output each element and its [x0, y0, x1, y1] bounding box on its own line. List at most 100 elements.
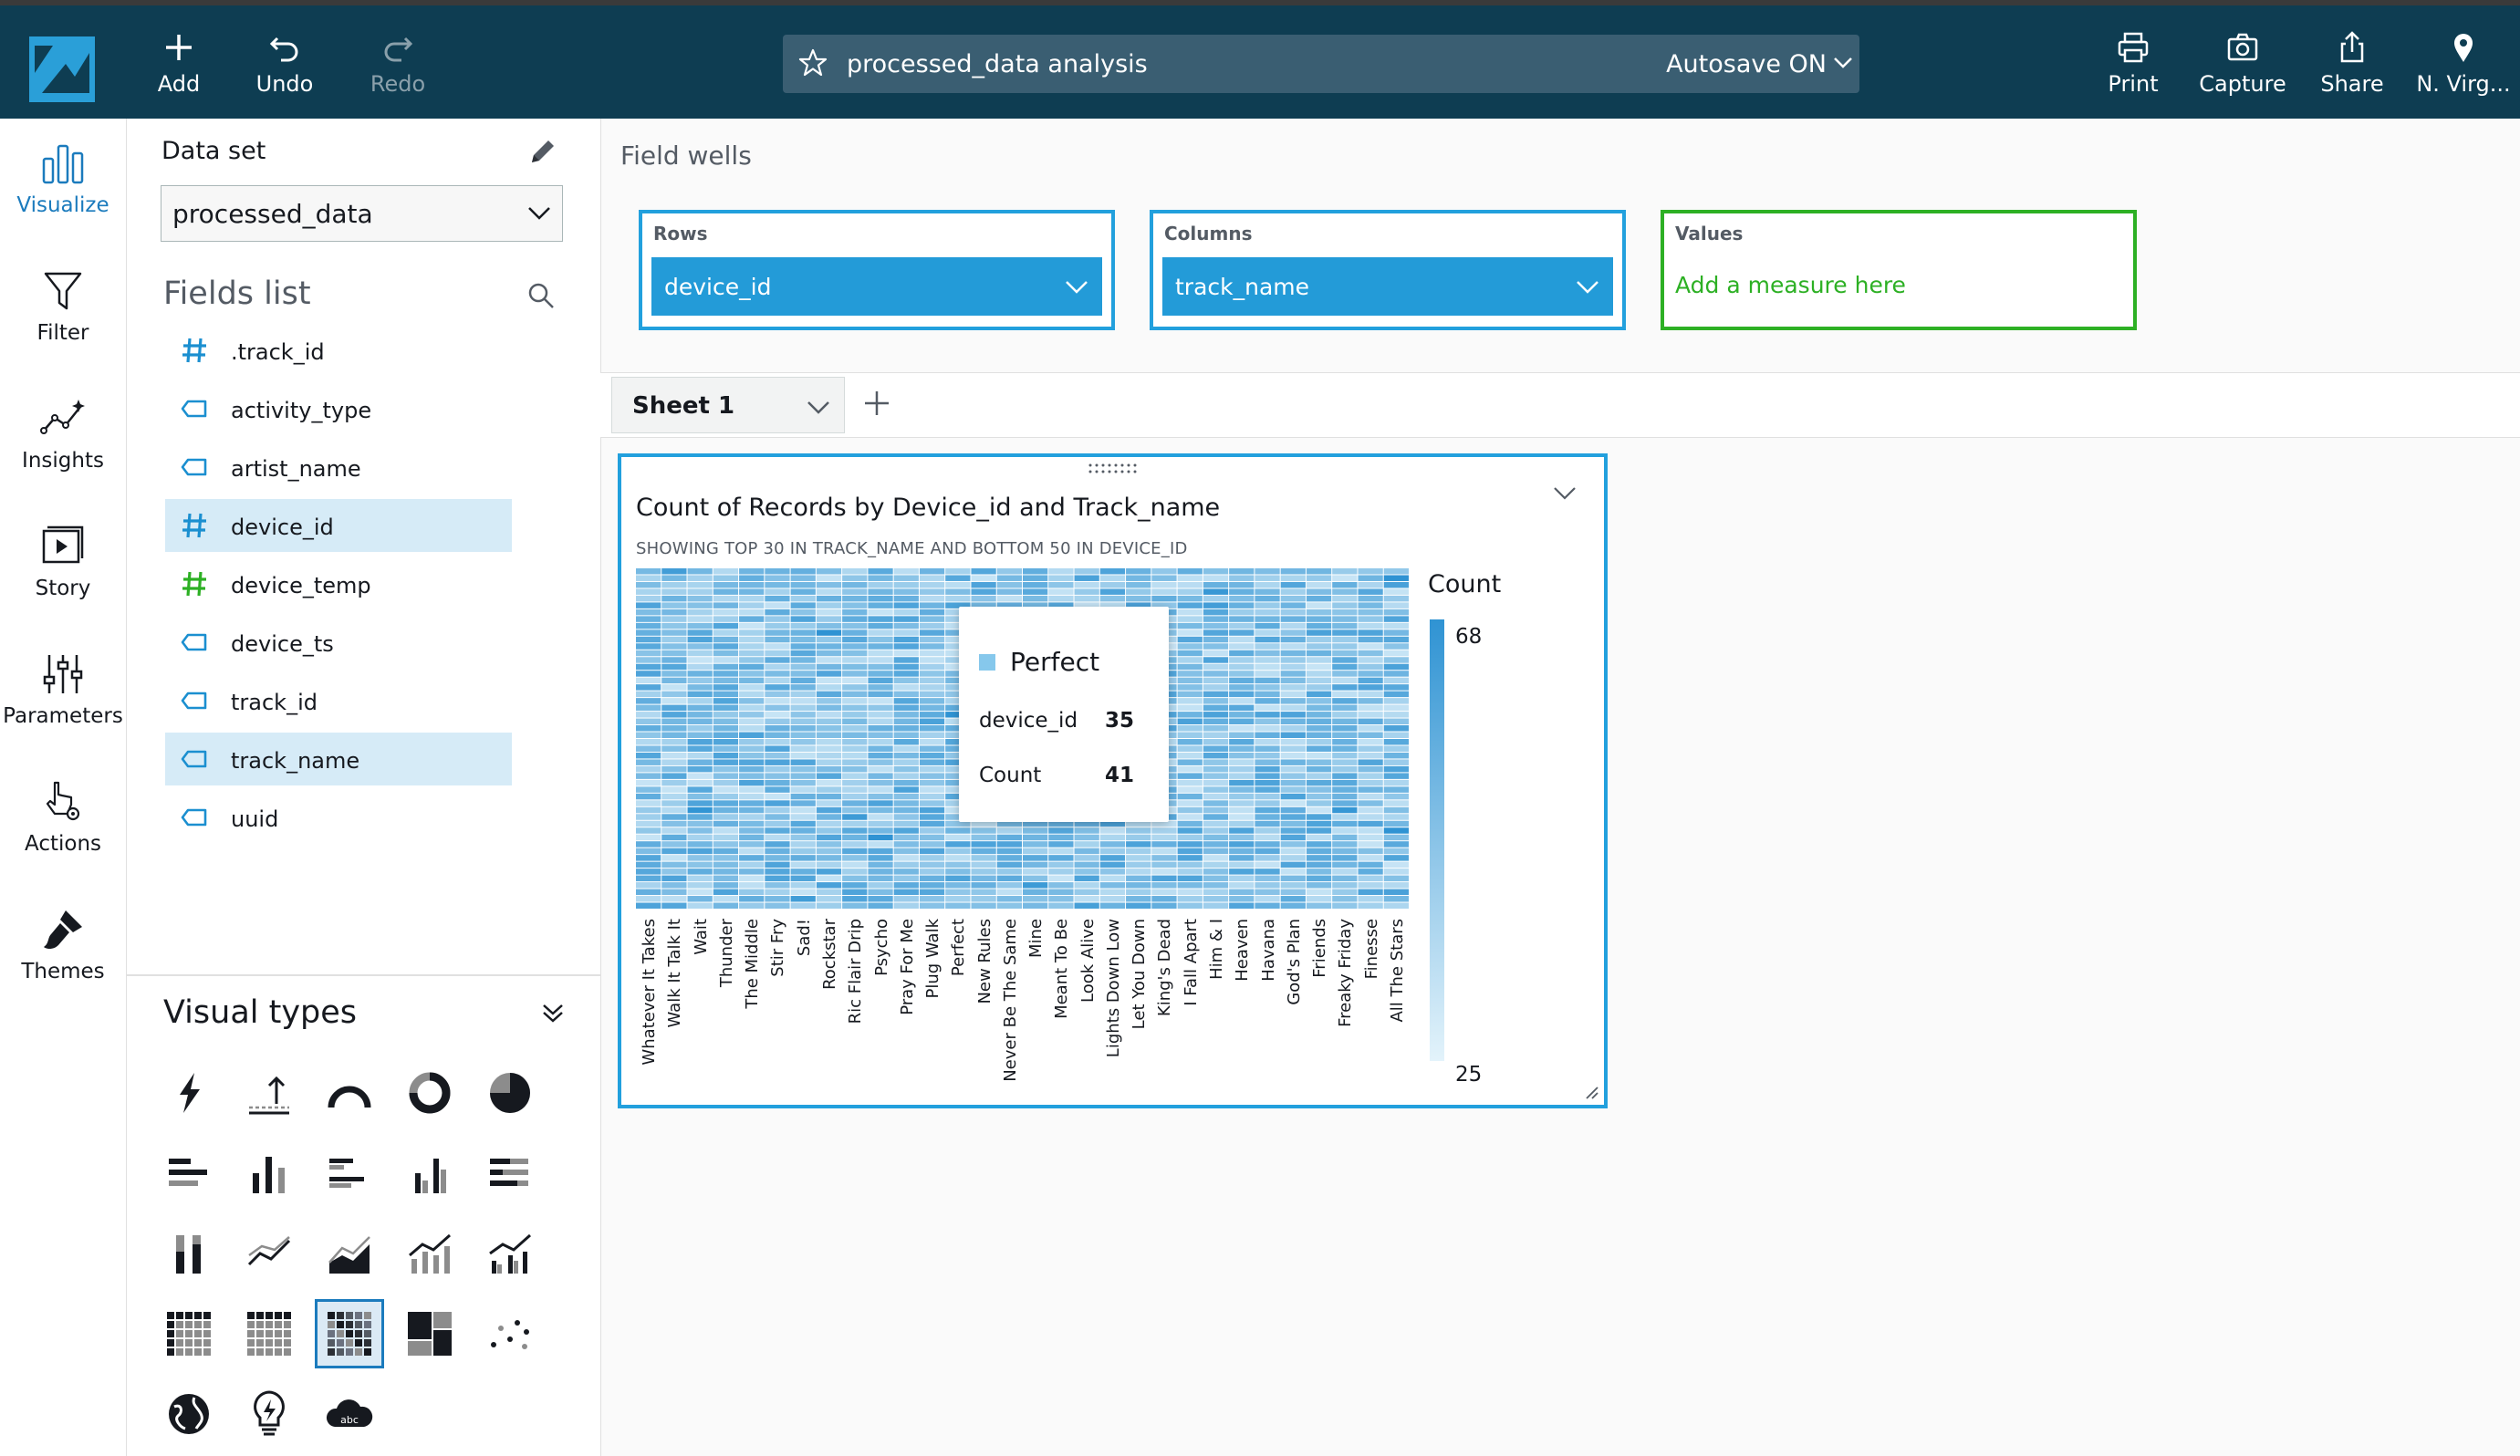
heatmap-cell[interactable] [1280, 718, 1306, 725]
heatmap-cell[interactable] [1306, 671, 1332, 677]
heatmap-cell[interactable] [1074, 588, 1099, 595]
heatmap-cell[interactable] [1332, 848, 1358, 855]
heatmap-cell[interactable] [739, 855, 765, 861]
heatmap-cell[interactable] [1383, 820, 1409, 827]
heatmap-cell[interactable] [739, 691, 765, 698]
heatmap-cell[interactable] [1255, 691, 1280, 698]
heatmap-cell[interactable] [816, 841, 842, 848]
heatmap-cell[interactable] [1358, 814, 1383, 820]
heatmap-cell[interactable] [765, 616, 790, 622]
heatmap-cell[interactable] [765, 595, 790, 602]
heatmap-cell[interactable] [687, 765, 713, 773]
heatmap-cell[interactable] [713, 663, 739, 671]
heatmap-cell[interactable] [636, 739, 661, 745]
heatmap-cell[interactable] [1177, 581, 1203, 588]
heatmap-cell[interactable] [893, 902, 919, 909]
heatmap-cell[interactable] [739, 759, 765, 765]
add-sheet-icon[interactable] [861, 388, 892, 419]
heatmap-cell[interactable] [1203, 691, 1229, 698]
heatmap-cell[interactable] [1332, 861, 1358, 868]
heatmap-cell[interactable] [842, 779, 868, 786]
heatmap-cell[interactable] [816, 725, 842, 732]
heatmap-cell[interactable] [945, 568, 971, 575]
heatmap-cell[interactable] [790, 793, 816, 800]
heatmap-cell[interactable] [1203, 739, 1229, 745]
heatmap-cell[interactable] [1177, 588, 1203, 595]
heatmap-cell[interactable] [868, 889, 893, 896]
heatmap-cell[interactable] [1383, 595, 1409, 602]
heatmap-cell[interactable] [1332, 575, 1358, 581]
heatmap-cell[interactable] [868, 745, 893, 752]
heatmap-cell[interactable] [1177, 677, 1203, 684]
heatmap-cell[interactable] [1099, 595, 1126, 602]
heatmap-cell[interactable] [790, 671, 816, 677]
heatmap-cell[interactable] [1358, 745, 1383, 752]
heatmap-cell[interactable] [1177, 602, 1203, 608]
heatmap-cell[interactable] [1151, 861, 1177, 868]
heatmap-cell[interactable] [919, 575, 945, 581]
heatmap-cell[interactable] [1151, 595, 1177, 602]
heatmap-cell[interactable] [919, 875, 945, 882]
heatmap-cell[interactable] [919, 896, 945, 902]
heatmap-cell[interactable] [868, 882, 893, 889]
heatmap-cell[interactable] [765, 608, 790, 616]
heatmap-cell[interactable] [713, 779, 739, 786]
heatmap-cell[interactable] [739, 712, 765, 718]
heatmap-cell[interactable] [816, 568, 842, 575]
heatmap-cell[interactable] [1048, 841, 1074, 848]
heatmap-cell[interactable] [765, 841, 790, 848]
heatmap-cell[interactable] [868, 902, 893, 909]
heatmap-cell[interactable] [1229, 616, 1255, 622]
heatmap-cell[interactable] [1255, 704, 1280, 712]
drag-handle-icon[interactable] [1087, 463, 1141, 475]
heatmap-cell[interactable] [1229, 827, 1255, 834]
heatmap-cell[interactable] [1203, 575, 1229, 581]
heatmap-cell[interactable] [739, 745, 765, 752]
heatmap-cell[interactable] [1229, 745, 1255, 752]
heatmap-cell[interactable] [868, 820, 893, 827]
heatmap-cell[interactable] [687, 725, 713, 732]
heatmap-cell[interactable] [1306, 759, 1332, 765]
heatmap-cell[interactable] [1383, 698, 1409, 704]
heatmap-cell[interactable] [1126, 595, 1151, 602]
heatmap-cell[interactable] [919, 868, 945, 875]
heatmap-cell[interactable] [739, 786, 765, 793]
heatmap-cell[interactable] [765, 650, 790, 657]
heatmap-cell[interactable] [739, 581, 765, 588]
heatmap-cell[interactable] [687, 800, 713, 806]
heatmap-cell[interactable] [1280, 636, 1306, 643]
heatmap-cell[interactable] [1255, 608, 1280, 616]
heatmap-cell[interactable] [1177, 643, 1203, 650]
area-icon[interactable] [315, 1219, 384, 1288]
chevron-down-icon[interactable] [1064, 276, 1089, 297]
heatmap-cell[interactable] [842, 657, 868, 663]
heatmap-cell[interactable] [1074, 889, 1099, 896]
heatmap-cell[interactable] [739, 704, 765, 712]
heatmap-cell[interactable] [816, 752, 842, 759]
heatmap-cell[interactable] [739, 800, 765, 806]
heatmap-cell[interactable] [1229, 868, 1255, 875]
heatmap-cell[interactable] [1332, 855, 1358, 861]
heatmap-cell[interactable] [713, 629, 739, 636]
heatmap-cell[interactable] [816, 663, 842, 671]
heatmap-cell[interactable] [1358, 691, 1383, 698]
heatmap-cell[interactable] [636, 671, 661, 677]
nav-story[interactable]: Story [0, 522, 126, 600]
heatmap-cell[interactable] [1255, 814, 1280, 820]
heatmap-cell[interactable] [1126, 575, 1151, 581]
heatmap-cell[interactable] [919, 834, 945, 841]
heatmap-cell[interactable] [919, 882, 945, 889]
heatmap-cell[interactable] [1048, 848, 1074, 855]
heatmap-cell[interactable] [1358, 650, 1383, 657]
heatmap-cell[interactable] [971, 827, 996, 834]
field-item[interactable]: device_ts [165, 616, 512, 669]
heatmap-cell[interactable] [842, 773, 868, 779]
heatmap-cell[interactable] [661, 725, 687, 732]
heatmap-cell[interactable] [1177, 902, 1203, 909]
heatmap-cell[interactable] [868, 691, 893, 698]
heatmap-cell[interactable] [868, 759, 893, 765]
heatmap-cell[interactable] [1306, 718, 1332, 725]
heatmap-cell[interactable] [790, 800, 816, 806]
heatmap-cell[interactable] [842, 616, 868, 622]
heatmap-cell[interactable] [1023, 868, 1048, 875]
